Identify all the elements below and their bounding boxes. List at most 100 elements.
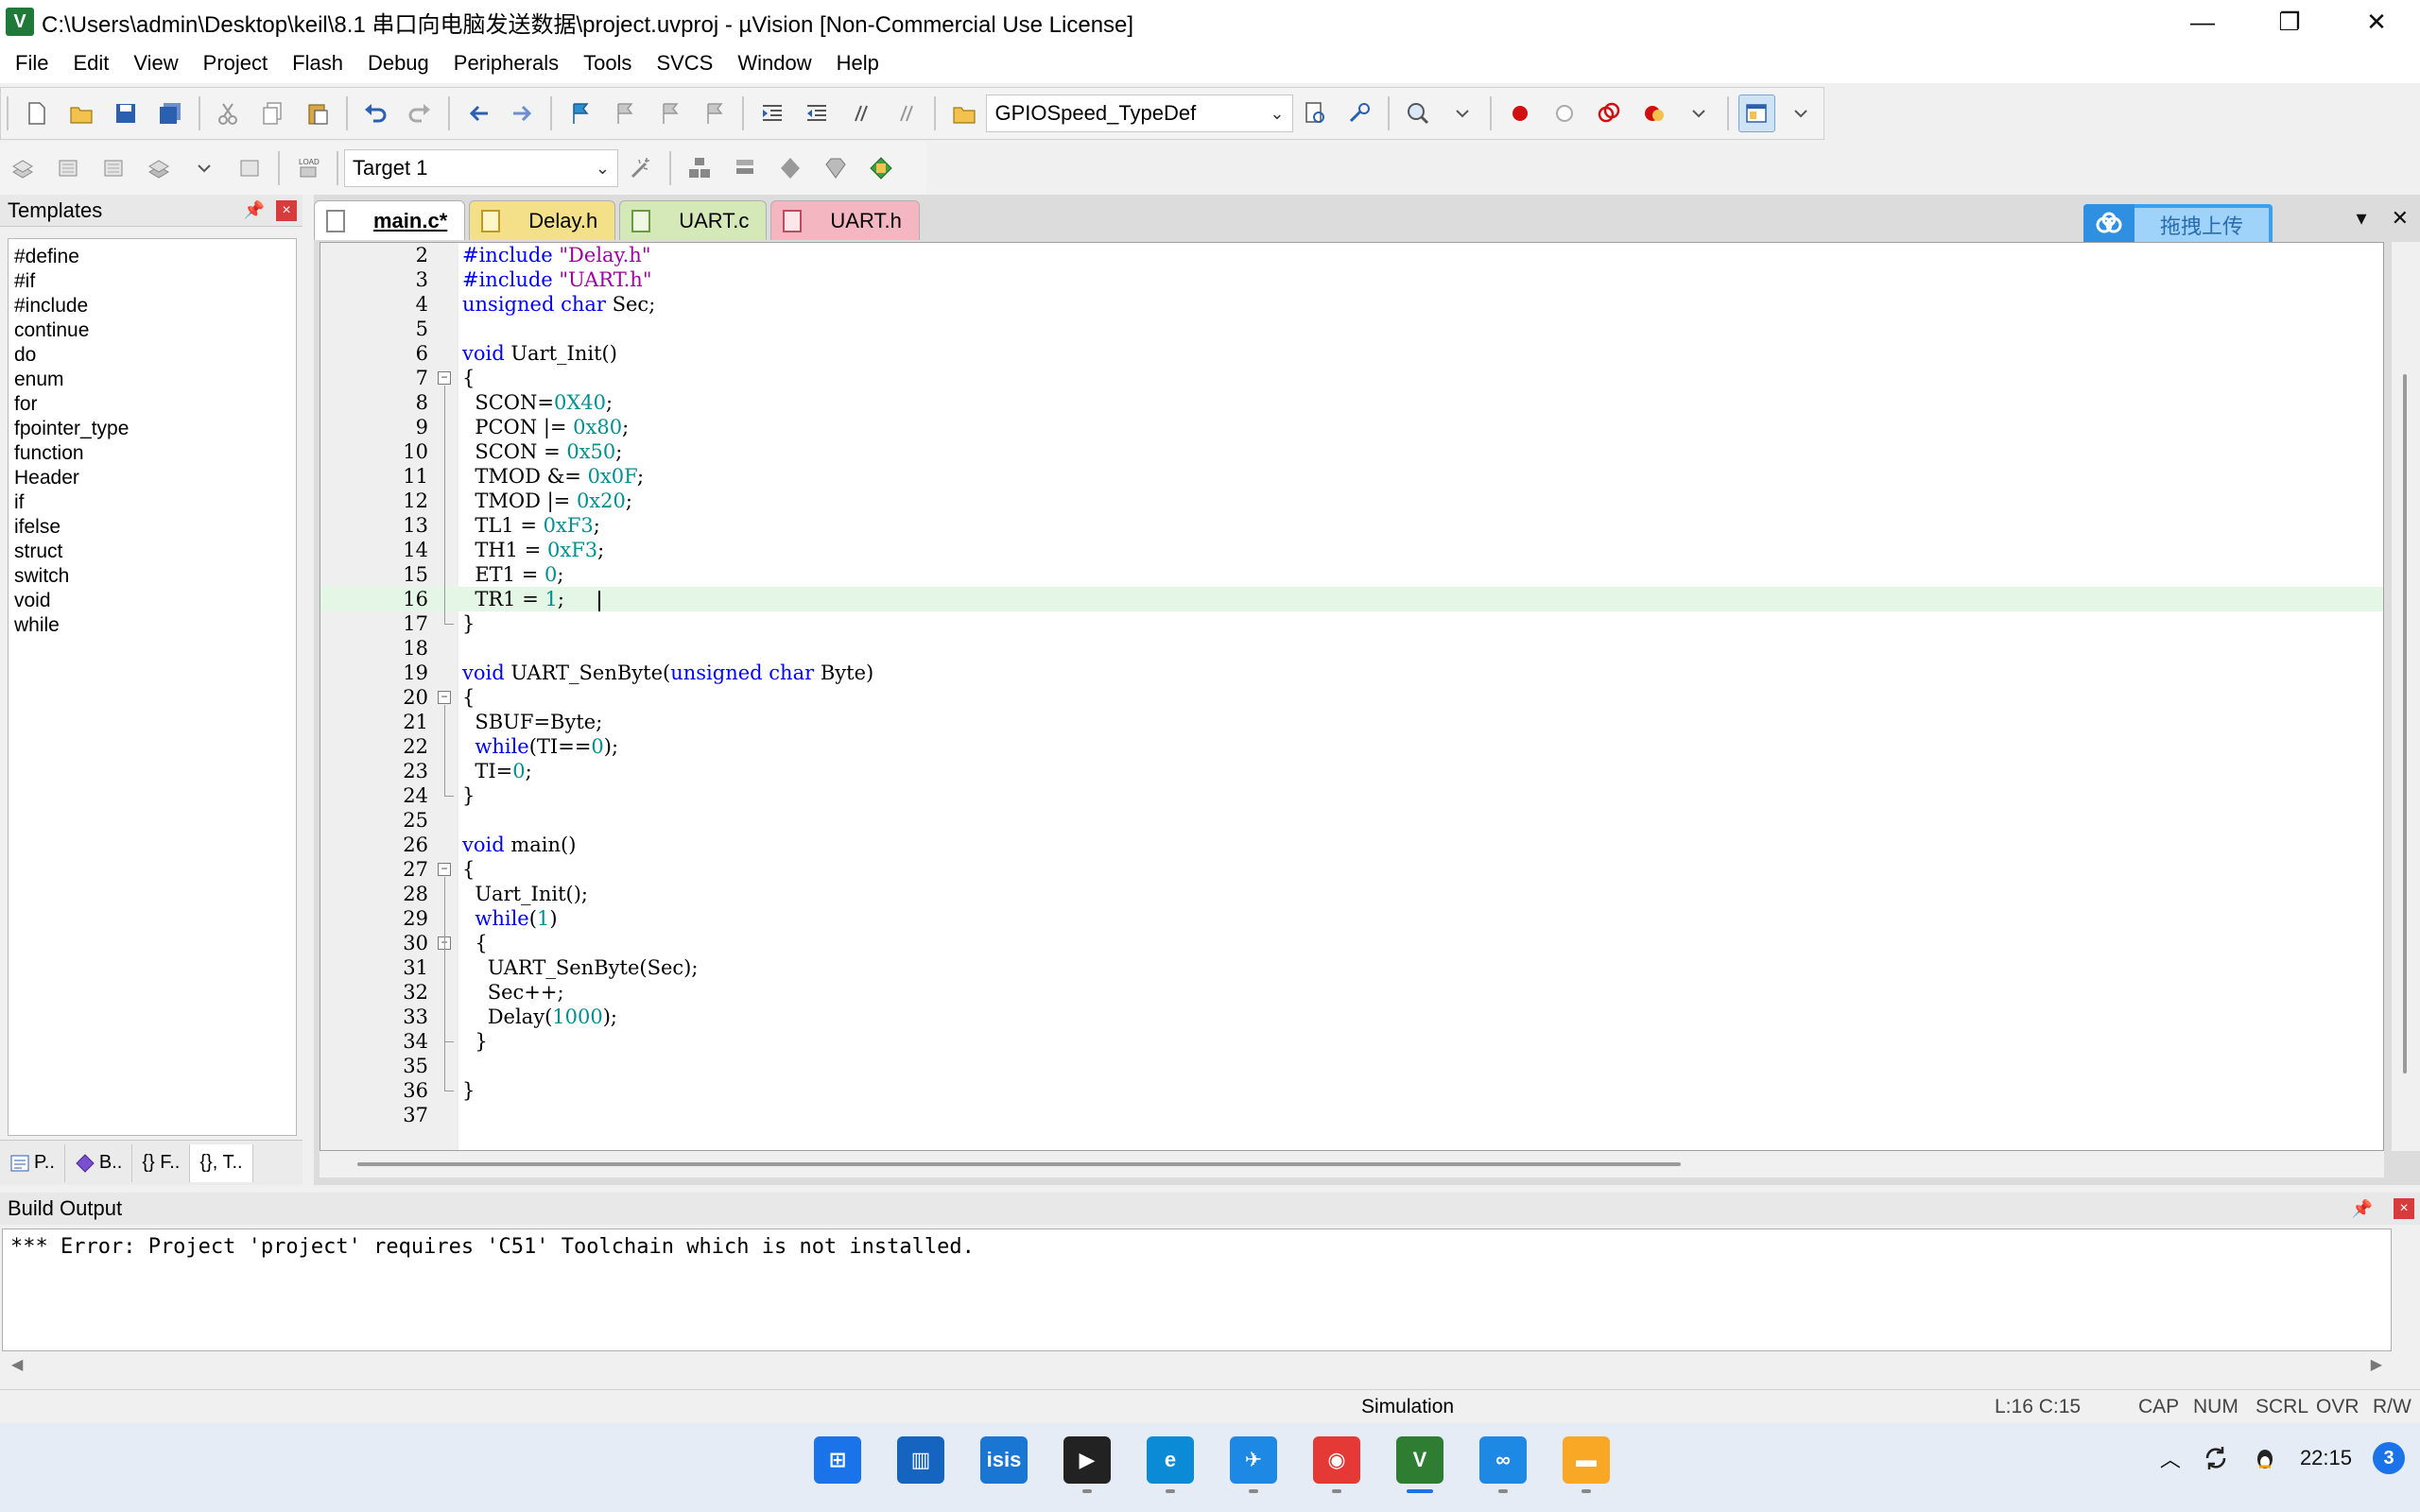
code-line[interactable]: 36} [320, 1078, 2383, 1103]
taskbar-app-edge[interactable]: e [1142, 1436, 1199, 1495]
code-line[interactable]: 28 Uart_Init(); [320, 882, 2383, 906]
find-replace-button[interactable] [1341, 94, 1378, 132]
tab-project[interactable]: P.. [0, 1143, 65, 1182]
code-editor[interactable]: 2 #include "Delay.h" 3 #include "UART.h" 4 un… [320, 242, 2384, 1151]
tab-templates[interactable]: {}, T.. [190, 1143, 253, 1182]
taskbar-app-widgets[interactable]: ▥ [892, 1436, 949, 1495]
maximize-button[interactable]: ❐ [2246, 0, 2333, 43]
template-item[interactable]: fpointer_type [14, 417, 290, 441]
code-line[interactable]: 20−{ [320, 685, 2383, 710]
paste-button[interactable] [299, 94, 336, 132]
code-line[interactable]: 27−{ [320, 857, 2383, 882]
code-line[interactable]: 34 } [320, 1029, 2383, 1054]
uncomment-button[interactable] [888, 94, 925, 132]
bookmark-next-button[interactable] [651, 94, 688, 132]
code-line[interactable]: 12 TMOD |= 0x20; [320, 489, 2383, 513]
code-line[interactable]: 37 [320, 1103, 2383, 1127]
bookmark-clear-button[interactable] [696, 94, 733, 132]
navigate-back-button[interactable] [459, 94, 496, 132]
template-item[interactable]: void [14, 589, 290, 613]
code-line[interactable]: 33 Delay(1000); [320, 1005, 2383, 1029]
navigate-forward-button[interactable] [504, 94, 541, 132]
code-line[interactable]: 29 while(1) [320, 906, 2383, 931]
menu-view[interactable]: View [121, 51, 190, 76]
copy-button[interactable] [254, 94, 291, 132]
window-layout-dropdown[interactable] [1783, 94, 1820, 132]
manage-run-time-environment-button[interactable] [862, 149, 900, 187]
template-item[interactable]: switch [14, 564, 290, 589]
close-window-button[interactable]: ✕ [2333, 0, 2420, 43]
code-line[interactable]: 25 [320, 808, 2383, 833]
taskbar-app-media[interactable]: ▶ [1059, 1436, 1115, 1495]
code-line[interactable]: 6 void Uart_Init() [320, 341, 2383, 366]
template-item[interactable]: function [14, 441, 290, 466]
scrollbar-thumb[interactable] [2403, 374, 2407, 1074]
tab-uart-c[interactable]: UART.c [619, 200, 768, 240]
code-line[interactable]: 21 SBUF=Byte; [320, 710, 2383, 734]
menu-project[interactable]: Project [191, 51, 280, 76]
menu-flash[interactable]: Flash [280, 51, 355, 76]
disable-all-breakpoints-button[interactable] [1591, 94, 1628, 132]
editor-horizontal-scrollbar[interactable] [320, 1151, 2384, 1177]
menu-tools[interactable]: Tools [571, 51, 644, 76]
qq-penguin-icon[interactable] [2251, 1444, 2279, 1472]
incremental-find-button[interactable] [1297, 94, 1334, 132]
code-line[interactable]: 14 TH1 = 0xF3; [320, 538, 2383, 562]
kill-all-breakpoints-button[interactable] [1635, 94, 1672, 132]
tab-delay-h[interactable]: Delay.h [469, 200, 616, 240]
template-item[interactable]: do [14, 343, 290, 368]
rebuild-button[interactable] [95, 149, 132, 187]
menu-svcs[interactable]: SVCS [644, 51, 725, 76]
stop-build-button[interactable] [231, 149, 268, 187]
enable-breakpoint-button[interactable] [1547, 94, 1583, 132]
code-line[interactable]: 24} [320, 783, 2383, 808]
template-item[interactable]: #if [14, 269, 290, 294]
taskbar-app-explorer[interactable]: ▬ [1558, 1436, 1615, 1495]
tab-books[interactable]: B.. [65, 1143, 133, 1182]
redo-button[interactable] [402, 94, 439, 132]
menu-peripherals[interactable]: Peripherals [441, 51, 571, 76]
open-file-button[interactable] [62, 94, 99, 132]
code-line[interactable]: 2 #include "Delay.h" [320, 243, 2383, 267]
code-line[interactable]: 13 TL1 = 0xF3; [320, 513, 2383, 538]
template-item[interactable]: enum [14, 368, 290, 392]
comment-button[interactable] [843, 94, 880, 132]
template-item[interactable]: while [14, 613, 290, 638]
code-line[interactable]: 16 TR1 = 1; [320, 587, 2383, 611]
cut-button[interactable] [210, 94, 247, 132]
select-packs-button[interactable] [771, 149, 809, 187]
menu-edit[interactable]: Edit [60, 51, 121, 76]
template-item[interactable]: for [14, 392, 290, 417]
bookmark-prev-button[interactable] [607, 94, 644, 132]
template-item[interactable]: #define [14, 245, 290, 269]
file-extensions-button[interactable] [681, 149, 718, 187]
code-line[interactable]: 32 Sec++; [320, 980, 2383, 1005]
pack-installer-button[interactable] [817, 149, 855, 187]
find-in-files-button[interactable] [945, 94, 982, 132]
minimize-button[interactable]: — [2159, 0, 2246, 43]
code-line[interactable]: 4 unsigned char Sec; [320, 292, 2383, 317]
target-options-button[interactable] [622, 149, 660, 187]
scrollbar-thumb[interactable] [357, 1162, 1681, 1166]
taskbar-app-keil[interactable]: V [1392, 1436, 1448, 1495]
code-line[interactable]: 31 UART_SenByte(Sec); [320, 955, 2383, 980]
window-layout-button[interactable] [1737, 94, 1775, 132]
build-button[interactable] [49, 149, 87, 187]
taskbar-app-feishu[interactable]: ✈ [1225, 1436, 1282, 1495]
code-line[interactable]: 10 SCON = 0x50; [320, 439, 2383, 464]
bookmark-toggle-button[interactable] [562, 94, 598, 132]
save-button[interactable] [107, 94, 144, 132]
code-line[interactable]: 17} [320, 611, 2383, 636]
taskbar-app-chrome[interactable]: ◉ [1308, 1436, 1365, 1495]
code-line[interactable]: 35 [320, 1054, 2383, 1078]
manage-project-items-button[interactable] [726, 149, 764, 187]
close-icon[interactable]: × [2394, 1198, 2414, 1219]
editor-vertical-scrollbar[interactable] [2392, 242, 2420, 1151]
taskbar-app-start[interactable]: ⊞ [809, 1436, 866, 1495]
template-item[interactable]: Header [14, 466, 290, 490]
debug-session-button[interactable] [1399, 94, 1436, 132]
template-item[interactable]: struct [14, 540, 290, 564]
scroll-right-icon[interactable]: ▶ [2371, 1355, 2382, 1374]
pin-icon[interactable]: 📌 [2352, 1199, 2373, 1219]
code-line[interactable]: 26 void main() [320, 833, 2383, 857]
